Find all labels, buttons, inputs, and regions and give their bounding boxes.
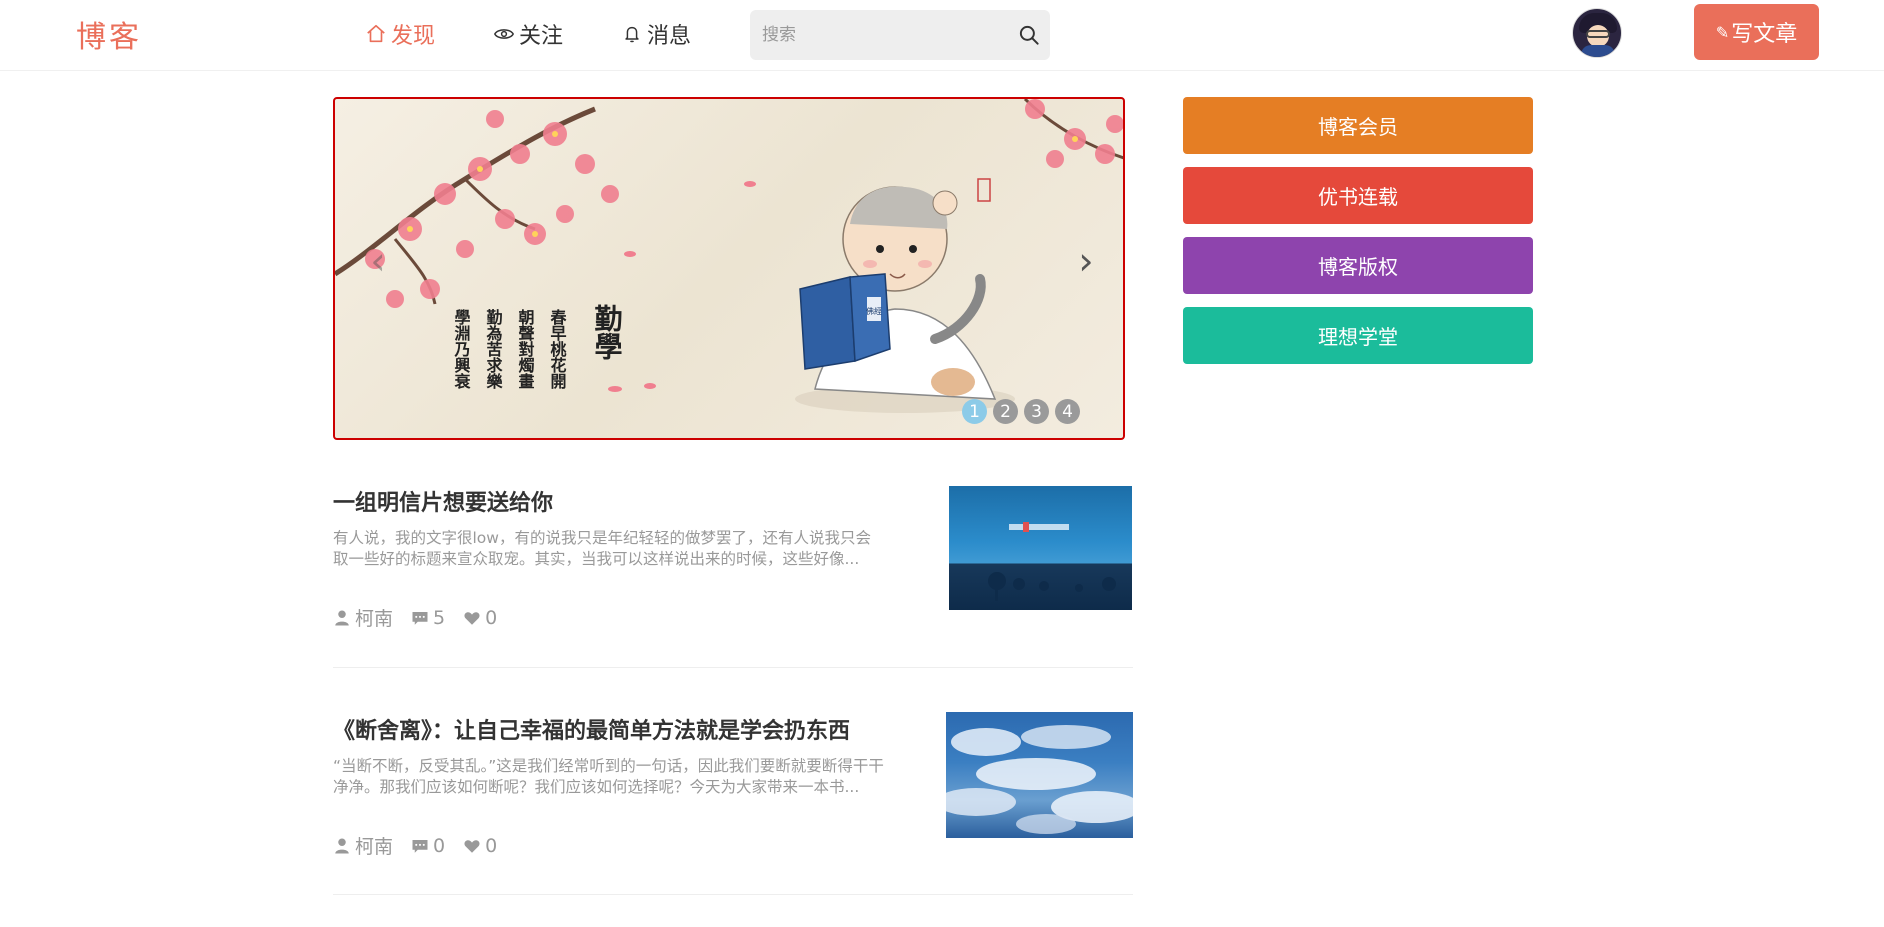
poem-line-3: 勤為苦求樂 bbox=[484, 308, 504, 390]
comment-count-value: 0 bbox=[433, 834, 446, 857]
poem-line-2: 朝聲對燭畫 bbox=[516, 308, 535, 389]
author-link[interactable]: 柯南 bbox=[333, 832, 393, 859]
carousel-next-button[interactable]: › bbox=[1071, 239, 1101, 283]
search-box bbox=[750, 10, 1050, 60]
nav-messages[interactable]: 消息 bbox=[621, 16, 691, 52]
search-icon[interactable] bbox=[1016, 22, 1042, 48]
carousel-indicators: 1 2 3 4 bbox=[962, 399, 1080, 424]
nav-follow-label: 关注 bbox=[519, 24, 564, 49]
user-icon bbox=[335, 838, 349, 853]
bell-icon bbox=[625, 26, 639, 43]
heart-icon bbox=[464, 839, 480, 853]
eye-icon bbox=[494, 29, 514, 39]
article-thumbnail[interactable] bbox=[949, 486, 1132, 610]
poem-line-1: 春早桃花開 bbox=[548, 308, 568, 390]
poem-title: 勤學 bbox=[591, 304, 624, 360]
write-article-button[interactable]: ✎ 写文章 bbox=[1694, 4, 1819, 60]
sidebar-member-button[interactable]: 博客会员 bbox=[1183, 97, 1533, 154]
author-link[interactable]: 柯南 bbox=[333, 604, 393, 631]
home-icon bbox=[367, 24, 385, 43]
heart-icon bbox=[464, 611, 480, 625]
like-count[interactable]: 0 bbox=[463, 607, 497, 629]
carousel-prev-button[interactable]: ‹ bbox=[363, 239, 393, 283]
chevron-right-icon: › bbox=[1078, 239, 1094, 283]
nav-discover[interactable]: 发现 bbox=[365, 16, 435, 52]
nav-messages-label: 消息 bbox=[647, 24, 692, 49]
comment-icon bbox=[412, 839, 428, 853]
article-abstract: 有人说，我的文字很low，有的说我只是年纪轻轻的做梦罢了，还有人说我只会取一些好… bbox=[333, 529, 871, 568]
comment-count[interactable]: 0 bbox=[411, 835, 445, 857]
like-count-value: 0 bbox=[485, 834, 498, 857]
like-count[interactable]: 0 bbox=[463, 835, 497, 857]
sidebar-copyright-button[interactable]: 博客版权 bbox=[1183, 237, 1533, 294]
carousel-dot[interactable]: 2 bbox=[993, 399, 1018, 424]
site-logo[interactable]: 博客 bbox=[76, 12, 142, 56]
sidebar-school-button[interactable]: 理想学堂 bbox=[1183, 307, 1533, 364]
top-navbar: 博客 发现 关注 消息 ✎ 写文章 bbox=[0, 0, 1884, 71]
carousel-dot[interactable]: 3 bbox=[1024, 399, 1049, 424]
article-title[interactable]: 《断舍离》：让自己幸福的最简单方法就是学会扔东西 bbox=[333, 713, 850, 745]
user-avatar[interactable] bbox=[1572, 8, 1622, 58]
article-meta: 柯南 5 0 bbox=[333, 604, 515, 631]
comment-count-value: 5 bbox=[433, 606, 446, 629]
carousel-dot[interactable]: 4 bbox=[1055, 399, 1080, 424]
comment-icon bbox=[412, 611, 428, 625]
article-abstract: “当断不断，反受其乱。”这是我们经常听到的一句话，因此我们要断就要断得干干净净。… bbox=[333, 757, 884, 796]
pen-icon: ✎ bbox=[1715, 22, 1730, 42]
article-item: 《断舍离》：让自己幸福的最简单方法就是学会扔东西 “当断不断，反受其乱。”这是我… bbox=[333, 710, 1133, 895]
write-article-label: 写文章 bbox=[1731, 22, 1798, 47]
comment-count[interactable]: 5 bbox=[411, 607, 445, 629]
article-title[interactable]: 一组明信片想要送给你 bbox=[333, 485, 553, 517]
chevron-left-icon: ‹ bbox=[370, 239, 386, 283]
nav-follow[interactable]: 关注 bbox=[493, 16, 563, 52]
article-meta: 柯南 0 0 bbox=[333, 832, 515, 859]
author-name: 柯南 bbox=[355, 836, 394, 858]
banner-carousel[interactable]: 佛經 勤學 春早桃花開 朝聲對燭畫 勤為苦求樂 學淵乃興衰 ‹ › 1 2 3 … bbox=[333, 97, 1125, 440]
carousel-dot[interactable]: 1 bbox=[962, 399, 987, 424]
article-thumbnail[interactable] bbox=[946, 712, 1133, 838]
article-item: 一组明信片想要送给你 有人说，我的文字很low，有的说我只是年纪轻轻的做梦罢了，… bbox=[333, 482, 1133, 668]
sidebar-serial-button[interactable]: 优书连载 bbox=[1183, 167, 1533, 224]
nav-discover-label: 发现 bbox=[391, 24, 436, 49]
like-count-value: 0 bbox=[485, 606, 498, 629]
user-icon bbox=[335, 610, 349, 625]
poem-line-4: 學淵乃興衰 bbox=[452, 309, 472, 390]
banner-illustration: 佛經 勤學 春早桃花開 朝聲對燭畫 勤為苦求樂 學淵乃興衰 bbox=[335, 99, 1123, 413]
author-name: 柯南 bbox=[355, 608, 394, 630]
book-label: 佛經 bbox=[866, 306, 882, 316]
search-input[interactable] bbox=[762, 22, 1002, 48]
